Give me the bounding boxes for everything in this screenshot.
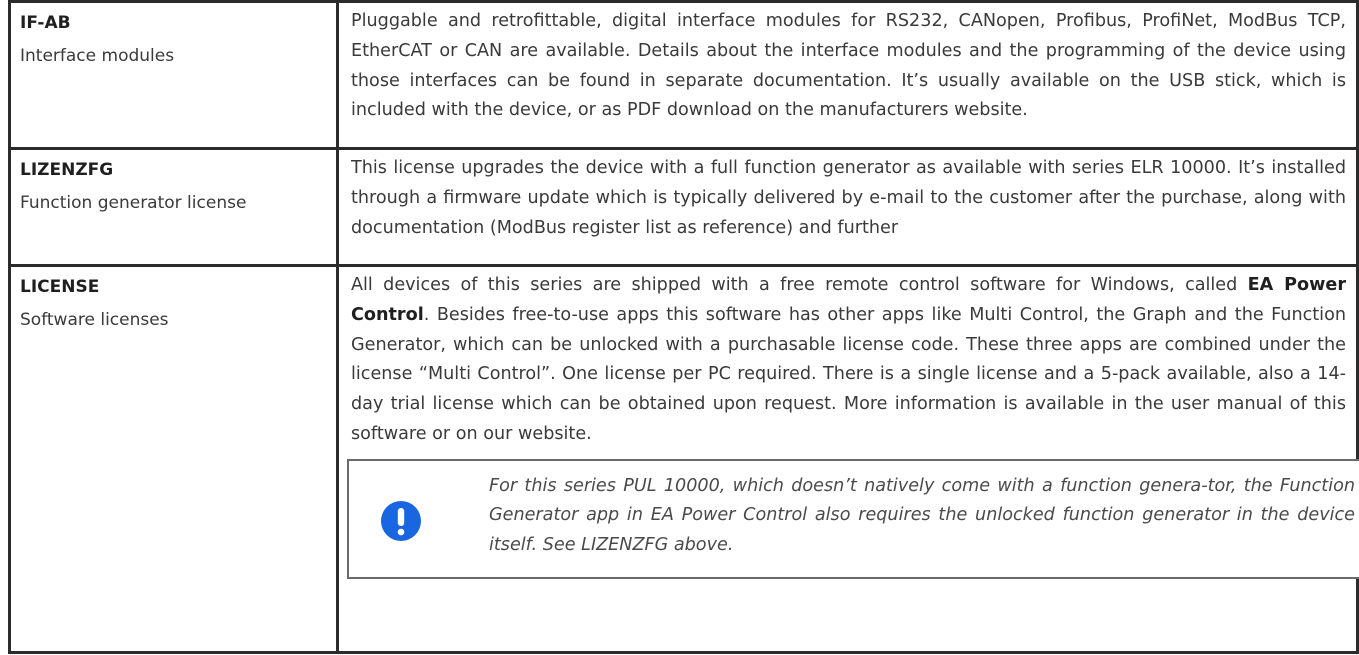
description-text: All devices of this series are shipped w… bbox=[351, 275, 1248, 295]
option-code: LIZENZFG bbox=[20, 160, 114, 180]
option-name-cell: IF-AB Interface modules bbox=[8, 0, 339, 150]
option-code: IF-AB bbox=[20, 13, 71, 33]
option-name-cell: LICENSE Software licenses bbox=[8, 264, 339, 654]
table-row: IF-AB Interface modules Pluggable and re… bbox=[8, 0, 1359, 150]
option-description-cell: All devices of this series are shipped w… bbox=[336, 264, 1359, 654]
note-text: For this series PUL 10000, which doesn’t… bbox=[489, 475, 1355, 555]
option-subtitle: Function generator license bbox=[20, 193, 247, 213]
option-subtitle: Interface modules bbox=[20, 46, 175, 66]
option-name-cell: LIZENZFG Function generator license bbox=[8, 147, 339, 267]
table-row: LIZENZFG Function generator license This… bbox=[8, 147, 1359, 267]
option-description: All devices of this series are shipped w… bbox=[351, 271, 1346, 450]
option-code: LICENSE bbox=[20, 277, 100, 297]
option-description-cell: This license upgrades the device with a … bbox=[336, 147, 1359, 267]
exclamation-icon bbox=[381, 500, 421, 541]
description-text: . Besides free-to-use apps this software… bbox=[351, 304, 1346, 444]
option-description-cell: Pluggable and retrofittable, digital int… bbox=[336, 0, 1359, 150]
options-table: IF-AB Interface modules Pluggable and re… bbox=[8, 0, 1359, 654]
note-box: For this series PUL 10000, which doesn’t… bbox=[347, 458, 1359, 579]
table-row: LICENSE Software licenses All devices of… bbox=[8, 264, 1359, 654]
option-description: Pluggable and retrofittable, digital int… bbox=[351, 11, 1346, 121]
option-description: This license upgrades the device with a … bbox=[351, 158, 1346, 238]
option-subtitle: Software licenses bbox=[20, 310, 169, 330]
